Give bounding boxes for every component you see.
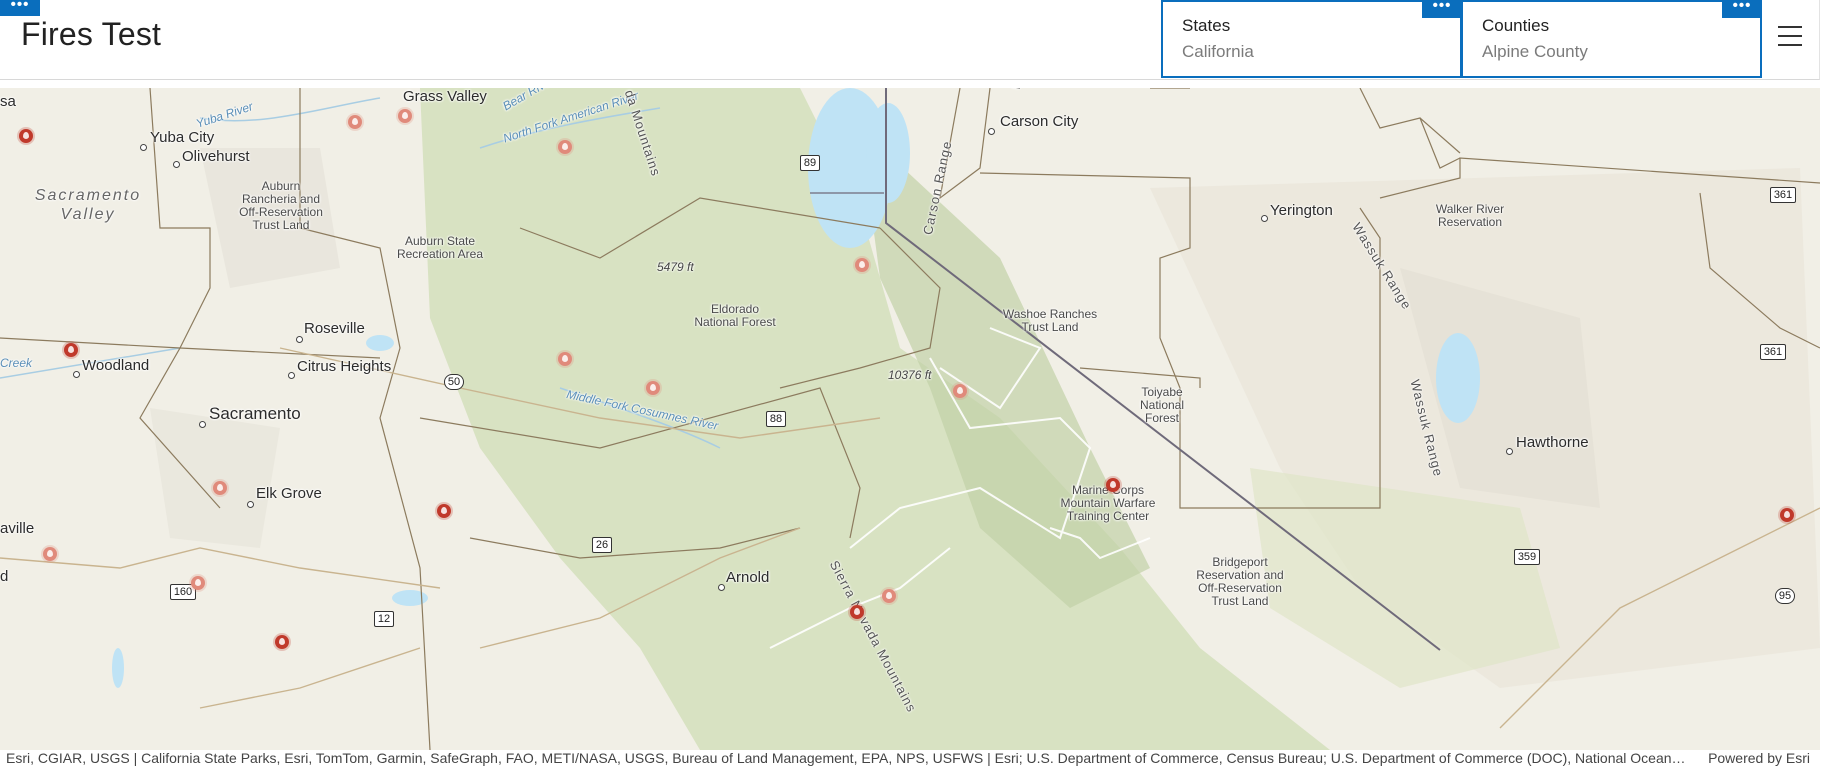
filter-states-more-button[interactable]: ••• <box>1422 0 1462 18</box>
area-label: Eldorado National Forest <box>694 302 776 329</box>
filter-counties-more-button[interactable]: ••• <box>1722 0 1762 18</box>
area-label: Auburn Rancheria and Off-Reservation Tru… <box>239 179 323 232</box>
river-label: Creek <box>0 356 33 370</box>
app-header: ••• Fires Test States California ••• Cou… <box>0 0 1820 80</box>
partial-city-label: aville <box>0 520 35 537</box>
city-label: Citrus Heights <box>297 358 392 375</box>
city-label: Woodland <box>82 357 150 374</box>
area-label: Walker River Reservation <box>1435 202 1505 229</box>
filter-counties-value[interactable]: Alpine County <box>1482 42 1588 62</box>
fire-marker-icon[interactable] <box>348 115 362 129</box>
city-label: Roseville <box>304 320 365 337</box>
highway-shield: 359 <box>1514 549 1540 565</box>
area-label: Toiyabe National Forest <box>1139 385 1185 425</box>
partial-city-label: sa <box>0 93 16 110</box>
city-marker <box>73 371 80 378</box>
region-label: Sacramento Valley <box>34 187 142 223</box>
filter-states-value[interactable]: California <box>1182 42 1254 62</box>
fire-marker-icon[interactable] <box>855 258 869 272</box>
fire-marker-icon[interactable] <box>646 381 660 395</box>
highway-shield: 361 <box>1760 344 1786 360</box>
filter-counties-label: Counties <box>1482 16 1550 35</box>
city-marker <box>288 372 295 379</box>
area-label: Washoe Ranches Trust Land <box>1002 307 1098 334</box>
city-label: Grass Valley <box>403 88 487 105</box>
app-title: Fires Test <box>21 16 162 52</box>
highway-shield: 89 <box>800 155 820 171</box>
map-view[interactable]: Grass Valley Yuba City Olivehurst Carson… <box>0 88 1820 750</box>
highway-shield: 88 <box>766 411 786 427</box>
highway-shield: 12 <box>374 611 394 627</box>
fire-marker-icon[interactable] <box>64 343 78 357</box>
fire-marker-icon[interactable] <box>19 129 33 143</box>
hamburger-menu-icon[interactable] <box>1778 26 1802 48</box>
filter-states[interactable]: States California ••• <box>1161 0 1462 78</box>
city-label: Olivehurst <box>182 148 250 165</box>
highway-shield: 50 <box>444 374 464 390</box>
city-marker <box>988 128 995 135</box>
city-label: Elk Grove <box>256 485 322 502</box>
fire-marker-icon[interactable] <box>558 352 572 366</box>
fire-marker-icon[interactable] <box>850 605 864 619</box>
fire-marker-icon[interactable] <box>953 384 967 398</box>
filter-counties[interactable]: Counties Alpine County ••• <box>1461 0 1762 78</box>
city-marker <box>1506 448 1513 455</box>
city-marker <box>199 421 206 428</box>
area-label: Auburn State Recreation Area <box>396 234 484 261</box>
city-label: Carson City <box>1000 113 1079 130</box>
fire-marker-icon[interactable] <box>1780 508 1794 522</box>
city-marker <box>296 336 303 343</box>
page-margin <box>1820 0 1834 777</box>
peak-label: 10376 ft <box>888 368 932 382</box>
fire-marker-icon[interactable] <box>398 109 412 123</box>
attribution-text[interactable]: Esri, CGIAR, USGS | California State Par… <box>6 750 1686 766</box>
highway-shield: 361 <box>1770 187 1796 203</box>
partial-city-label: d <box>0 568 9 585</box>
widget-more-button[interactable]: ••• <box>0 0 40 16</box>
fire-marker-icon[interactable] <box>275 635 289 649</box>
fire-marker-icon[interactable] <box>882 589 896 603</box>
city-label: Yerington <box>1270 202 1333 219</box>
city-marker <box>173 161 180 168</box>
fire-marker-icon[interactable] <box>213 481 227 495</box>
fire-marker-icon[interactable] <box>191 576 205 590</box>
fire-marker-icon[interactable] <box>43 547 57 561</box>
city-marker <box>718 584 725 591</box>
area-label: Bridgeport Reservation and Off-Reservati… <box>1196 555 1284 608</box>
highway-shield: 26 <box>592 537 612 553</box>
highway-shield: 95 <box>1775 588 1795 604</box>
city-label: Arnold <box>726 569 770 586</box>
map-attribution[interactable]: Esri, CGIAR, USGS | California State Par… <box>0 750 1820 766</box>
city-label: Sacramento <box>209 404 301 423</box>
peak-label: 5479 ft <box>657 260 694 274</box>
filter-states-label: States <box>1182 16 1231 35</box>
city-marker <box>247 501 254 508</box>
city-marker <box>140 144 147 151</box>
fire-marker-icon[interactable] <box>1106 478 1120 492</box>
city-marker <box>1261 215 1268 222</box>
powered-by-esri-link[interactable]: Powered by Esri <box>1708 750 1810 766</box>
fire-marker-icon[interactable] <box>437 504 451 518</box>
city-label: Hawthorne <box>1516 434 1589 451</box>
city-label: Yuba City <box>150 129 215 146</box>
fire-marker-icon[interactable] <box>558 140 572 154</box>
